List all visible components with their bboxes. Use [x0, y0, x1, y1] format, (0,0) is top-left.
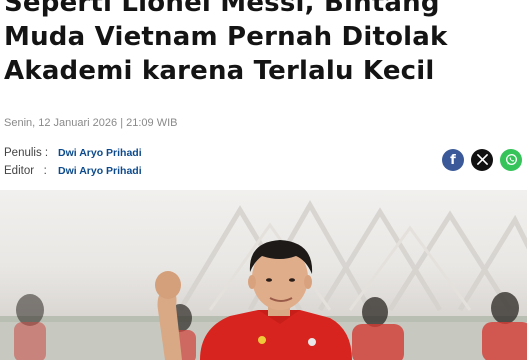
editor-label: Editor :: [4, 165, 47, 177]
publish-dateline: Senin, 12 Januari 2026 | 21:09 WIB: [4, 117, 178, 129]
whatsapp-icon: [505, 153, 518, 168]
hero-image[interactable]: [0, 190, 527, 360]
article-page: Seperti Lionel Messi, Bintang Muda Vietn…: [0, 0, 527, 360]
article-title-line: Muda Vietnam Pernah Ditolak: [4, 22, 448, 52]
x-icon: [476, 153, 488, 167]
editor-byline: Editor : Dwi Aryo Prihadi: [4, 164, 142, 178]
football-player-photo: [0, 199, 527, 360]
editor-name-link[interactable]: Dwi Aryo Prihadi: [58, 165, 142, 177]
article-title: Seperti Lionel Messi, Bintang Muda Vietn…: [4, 0, 524, 88]
writer-byline: Penulis : Dwi Aryo Prihadi: [4, 146, 142, 160]
whatsapp-share-button[interactable]: [500, 149, 522, 171]
x-share-button[interactable]: [471, 149, 493, 171]
facebook-icon: f: [450, 152, 456, 168]
writer-label: Penulis :: [4, 147, 49, 159]
facebook-share-button[interactable]: f: [442, 149, 464, 171]
share-buttons: f: [442, 149, 522, 171]
writer-name-link[interactable]: Dwi Aryo Prihadi: [58, 147, 142, 159]
article-title-line: Akademi karena Terlalu Kecil: [4, 56, 435, 86]
article-title-line: Seperti Lionel Messi, Bintang: [4, 0, 440, 18]
